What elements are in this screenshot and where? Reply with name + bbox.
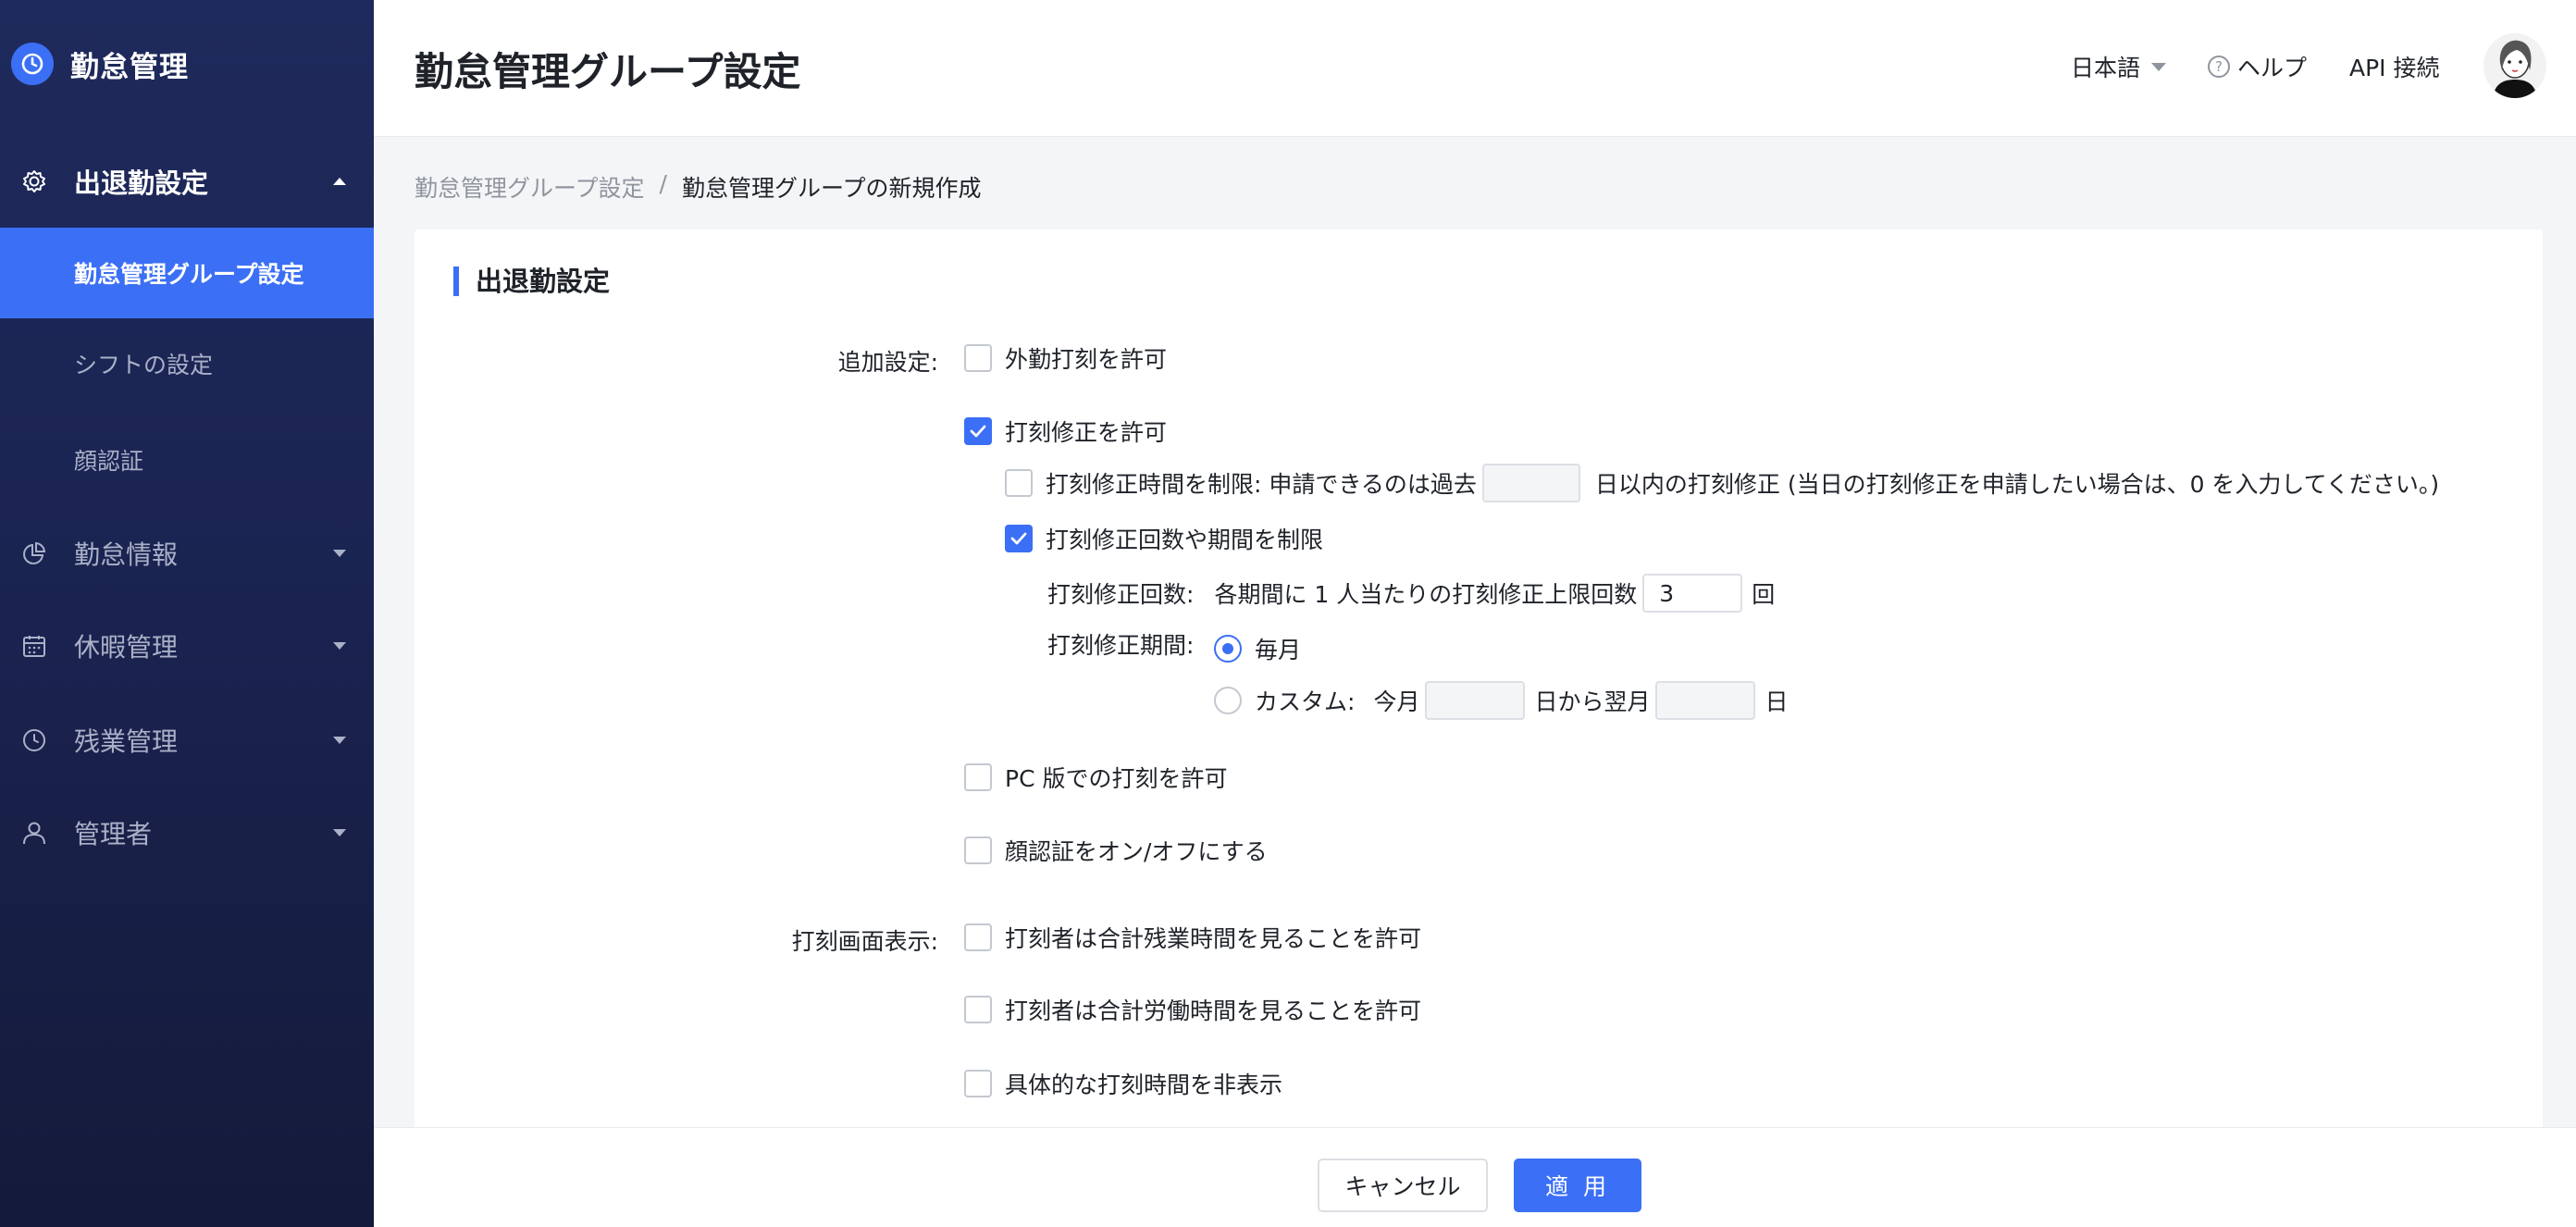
chevron-down-icon	[333, 642, 346, 650]
section-title: 出退勤設定	[453, 266, 610, 296]
limit-correction-time-checkbox[interactable]	[1005, 469, 1033, 497]
option-label: 具体的な打刻時間を非表示	[1005, 1072, 1283, 1098]
sidebar-item-shift-settings[interactable]: シフトの設定	[0, 318, 374, 409]
sidebar-group-label: 勤怠情報	[74, 539, 179, 570]
pie-chart-icon	[20, 539, 48, 567]
gear-icon	[20, 167, 48, 195]
user-icon	[20, 819, 48, 847]
period-custom-option[interactable]: カスタム: 今月 日から翌月 日	[1214, 681, 1788, 720]
option-label: 外勤打刻を許可	[1005, 346, 1168, 373]
sidebar: 勤怠管理 出退勤設定 勤怠管理グループ設定 シフトの設定 顔認証 勤怠情報 休暇…	[0, 0, 374, 1227]
app-title: 勤怠管理	[70, 50, 189, 84]
breadcrumb: 勤怠管理グループ設定 / 勤怠管理グループの新規作成	[415, 170, 981, 204]
sidebar-group-leave[interactable]: 休暇管理	[0, 600, 374, 692]
face-toggle-checkbox[interactable]	[964, 837, 992, 864]
option-label: 打刻修正回数や期間を制限	[1046, 527, 1324, 553]
show-worktime-option[interactable]: 打刻者は合計労働時間を見ることを許可	[964, 993, 1421, 1026]
sidebar-item-label: 勤怠管理グループ設定	[74, 261, 304, 288]
face-toggle-option[interactable]: 顔認証をオン/オフにする	[964, 834, 1268, 867]
top-header: 勤怠管理グループ設定 日本語 ? ヘルプ API 接続	[374, 0, 2576, 137]
avatar[interactable]	[2483, 33, 2546, 98]
correction-days-input[interactable]	[1481, 464, 1580, 502]
show-overtime-checkbox[interactable]	[964, 923, 992, 951]
custom-start-day-input[interactable]	[1425, 681, 1526, 720]
correction-count-unit: 回	[1752, 581, 1776, 608]
hide-time-option[interactable]: 具体的な打刻時間を非表示	[964, 1067, 1282, 1100]
correction-period-label: 打刻修正期間:	[1047, 632, 1195, 659]
option-label: PC 版での打刻を許可	[1005, 765, 1228, 792]
limit-correction-count-option[interactable]: 打刻修正回数や期間を制限	[1005, 522, 1323, 555]
correction-count-row: 打刻修正回数: 各期間に 1 人当たりの打刻修正上限回数 3 回	[1047, 574, 1775, 613]
sidebar-group-overtime[interactable]: 残業管理	[0, 694, 374, 787]
chevron-up-icon	[333, 178, 346, 185]
display-settings-label: 打刻画面表示:	[791, 928, 938, 955]
app-logo[interactable]: 勤怠管理	[11, 41, 189, 87]
api-connect-link[interactable]: API 接続	[2349, 50, 2440, 83]
correction-count-label: 打刻修正回数:	[1047, 581, 1195, 608]
chevron-down-icon	[333, 829, 346, 837]
hide-time-checkbox[interactable]	[964, 1070, 992, 1097]
option-label: 打刻修正時間を制限: 申請できるのは過去	[1046, 471, 1477, 498]
help-label: ヘルプ	[2237, 55, 2308, 81]
cancel-button[interactable]: キャンセル	[1318, 1159, 1488, 1212]
period-monthly-radio[interactable]	[1214, 635, 1242, 663]
help-link[interactable]: ? ヘルプ	[2208, 50, 2307, 83]
clock-icon	[20, 726, 48, 754]
calendar-icon	[20, 632, 48, 660]
show-worktime-checkbox[interactable]	[964, 996, 992, 1023]
allow-pc-clock-option[interactable]: PC 版での打刻を許可	[964, 761, 1227, 794]
breadcrumb-current: 勤怠管理グループの新規作成	[681, 175, 982, 202]
allow-outside-clock-checkbox[interactable]	[964, 344, 992, 372]
option-label: 打刻者は合計労働時間を見ることを許可	[1005, 998, 1422, 1024]
correction-count-input[interactable]: 3	[1642, 574, 1743, 613]
show-overtime-option[interactable]: 打刻者は合計残業時間を見ることを許可	[964, 921, 1421, 954]
apply-button[interactable]: 適 用	[1514, 1159, 1641, 1212]
sidebar-item-group-settings[interactable]: 勤怠管理グループ設定	[0, 228, 374, 318]
custom-from-next-label: 日から翌月	[1534, 688, 1651, 715]
option-label: 毎月	[1255, 637, 1302, 663]
language-selector[interactable]: 日本語	[2071, 50, 2167, 83]
page-title: 勤怠管理グループ設定	[415, 49, 801, 94]
period-monthly-option[interactable]: 毎月	[1214, 632, 1301, 665]
period-custom-radio[interactable]	[1214, 687, 1242, 714]
custom-this-month-label: 今月	[1373, 688, 1420, 715]
allow-pc-clock-checkbox[interactable]	[964, 763, 992, 791]
additional-settings-label: 追加設定:	[837, 349, 938, 376]
sidebar-group-admin[interactable]: 管理者	[0, 787, 374, 879]
custom-end-day-input[interactable]	[1655, 681, 1756, 720]
chevron-down-icon	[333, 550, 346, 557]
question-circle-icon: ?	[2208, 56, 2230, 78]
clock-logo-icon	[11, 43, 54, 85]
caret-down-icon	[2151, 62, 2167, 71]
sidebar-group-label: 休暇管理	[74, 632, 179, 663]
allow-correction-checkbox[interactable]	[964, 417, 992, 445]
language-label: 日本語	[2071, 55, 2141, 81]
sidebar-item-label: シフトの設定	[74, 352, 214, 378]
allow-correction-option[interactable]: 打刻修正を許可	[964, 415, 1167, 448]
sidebar-group-label: 出退勤設定	[74, 167, 209, 199]
limit-correction-count-checkbox[interactable]	[1005, 525, 1033, 552]
limit-correction-time-option[interactable]: 打刻修正時間を制限: 申請できるのは過去 日以内の打刻修正 (当日の打刻修正を申…	[1005, 464, 2439, 502]
chevron-down-icon	[333, 737, 346, 744]
settings-card: 出退勤設定 追加設定: 外勤打刻を許可 打刻修正を許可 打刻修正時間を制限: 申…	[415, 229, 2543, 1227]
sidebar-group-attendance-info[interactable]: 勤怠情報	[0, 507, 374, 600]
sidebar-group-label: 残業管理	[74, 726, 179, 757]
sidebar-group-attendance-settings[interactable]: 出退勤設定	[0, 135, 374, 228]
option-label: 顔認証をオン/オフにする	[1005, 838, 1268, 865]
breadcrumb-parent[interactable]: 勤怠管理グループ設定	[415, 170, 645, 204]
option-hint: 日以内の打刻修正 (当日の打刻修正を申請したい場合は、0 を入力してください。)	[1594, 471, 2440, 498]
sidebar-group-label: 管理者	[74, 819, 153, 849]
allow-outside-clock-option[interactable]: 外勤打刻を許可	[964, 341, 1167, 375]
footer-actions: キャンセル 適 用	[374, 1127, 2576, 1227]
sidebar-item-face-auth[interactable]: 顔認証	[0, 415, 374, 505]
sidebar-item-label: 顔認証	[74, 448, 144, 475]
option-label: 打刻修正を許可	[1005, 419, 1168, 446]
option-label: 打刻者は合計残業時間を見ることを許可	[1005, 925, 1422, 952]
option-label: カスタム:	[1255, 688, 1356, 715]
breadcrumb-separator: /	[659, 170, 667, 197]
correction-count-text: 各期間に 1 人当たりの打刻修正上限回数	[1214, 581, 1638, 608]
custom-day-label: 日	[1765, 688, 1789, 715]
